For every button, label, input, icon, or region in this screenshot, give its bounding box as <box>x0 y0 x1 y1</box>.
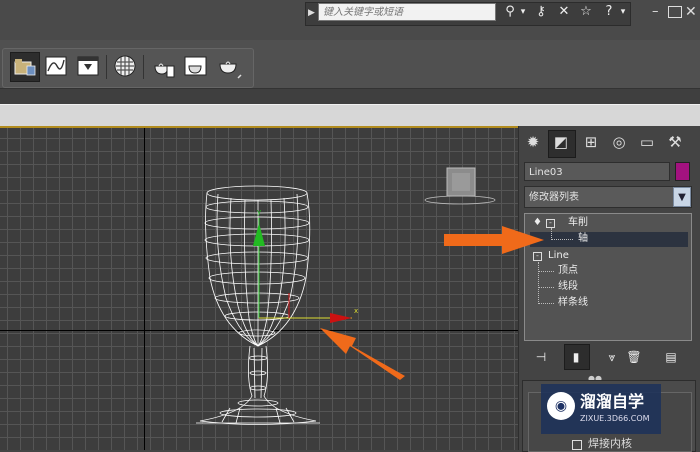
watermark-logo-icon: ◉ <box>547 392 575 420</box>
ribbon-strip <box>0 88 700 105</box>
goblet-wireframe: x y <box>196 167 496 425</box>
ribbon-panel <box>0 104 700 127</box>
close-button[interactable]: ✕ <box>685 4 697 20</box>
help-icon[interactable]: ? <box>600 3 618 21</box>
chevron-down-icon[interactable]: ▼ <box>673 187 691 207</box>
configure-modifier-sets-icon[interactable]: ▤ <box>662 347 680 367</box>
teapot-quick-render-button[interactable] <box>216 54 242 79</box>
teapot-quick-render-icon <box>219 61 242 79</box>
weld-core-checkbox[interactable] <box>572 440 582 450</box>
annotation-arrow <box>444 226 544 254</box>
stack-item-axis[interactable]: 轴 <box>578 231 588 247</box>
modifier-list-dropdown[interactable]: 修改器列表 <box>524 186 692 208</box>
project-folder-icon <box>14 59 36 76</box>
make-unique-icon[interactable]: ⩔ <box>603 347 621 367</box>
render-frame-window-icon <box>184 56 207 76</box>
remove-modifier-icon[interactable]: 🗑 <box>625 347 643 367</box>
tree-line <box>551 239 573 240</box>
dropdown-arrow-icon[interactable]: ▾ <box>518 3 528 21</box>
pin-stack-icon[interactable]: ⊣ <box>532 347 550 367</box>
search-input[interactable]: 键入关键字或短语 <box>318 3 496 21</box>
toolbar-separator <box>143 55 144 79</box>
project-folder-button[interactable] <box>10 52 40 82</box>
minimize-button[interactable]: – <box>652 5 666 20</box>
render-setup-button[interactable] <box>76 54 100 78</box>
tree-line <box>538 262 540 304</box>
stack-item-vertex[interactable]: 顶点 <box>558 263 578 279</box>
material-editor-button[interactable] <box>113 54 137 78</box>
material-editor-icon <box>114 55 136 77</box>
watermark-title: 溜溜自学 <box>580 392 645 411</box>
help-dropdown-icon[interactable]: ▾ <box>618 3 628 21</box>
teapot-render-icon <box>154 63 175 78</box>
curve-editor-button[interactable] <box>44 54 68 78</box>
hierarchy-tab-icon[interactable]: ⊞ <box>580 131 602 153</box>
star-icon[interactable]: ☆ <box>577 3 595 21</box>
expand-arrow-icon[interactable]: ▶ <box>308 5 318 21</box>
toolbar-separator <box>106 55 107 79</box>
display-tab-icon[interactable]: ▭ <box>636 131 658 153</box>
svg-text:x: x <box>354 307 358 315</box>
watermark-url: ZIXUE.3D66.COM <box>580 414 650 423</box>
key-icon[interactable]: ⚷ <box>532 3 550 21</box>
stack-item-spline[interactable]: 样条线 <box>558 295 588 311</box>
restore-button[interactable] <box>668 6 682 18</box>
stack-item-segment[interactable]: 线段 <box>558 279 578 295</box>
object-name-field[interactable]: Line03 <box>524 162 670 181</box>
render-frame-window-button[interactable] <box>183 54 207 78</box>
svg-text:y: y <box>257 208 261 216</box>
stack-item-line[interactable]: Line <box>548 248 569 264</box>
show-end-result-icon[interactable]: ▮ <box>567 347 585 367</box>
object-color-swatch[interactable] <box>675 162 690 181</box>
motion-tab-icon[interactable]: ◎ <box>608 131 630 153</box>
tree-line <box>538 303 554 304</box>
modify-tab-icon[interactable]: ◩ <box>550 131 572 153</box>
stack-item-lathe[interactable]: 车削 <box>568 215 588 231</box>
create-tab-icon[interactable]: ✹ <box>522 131 544 153</box>
curve-editor-icon <box>45 56 67 76</box>
binoculars-icon[interactable]: ⚲ <box>502 3 518 21</box>
utilities-tab-icon[interactable]: ⚒ <box>664 131 686 153</box>
weld-core-label: 焊接内核 <box>588 437 632 450</box>
tree-line <box>538 271 554 272</box>
render-setup-icon <box>77 56 99 76</box>
communication-icon[interactable]: ✕ <box>555 3 573 21</box>
teapot-render-button[interactable] <box>150 54 175 78</box>
tree-line <box>538 287 554 288</box>
